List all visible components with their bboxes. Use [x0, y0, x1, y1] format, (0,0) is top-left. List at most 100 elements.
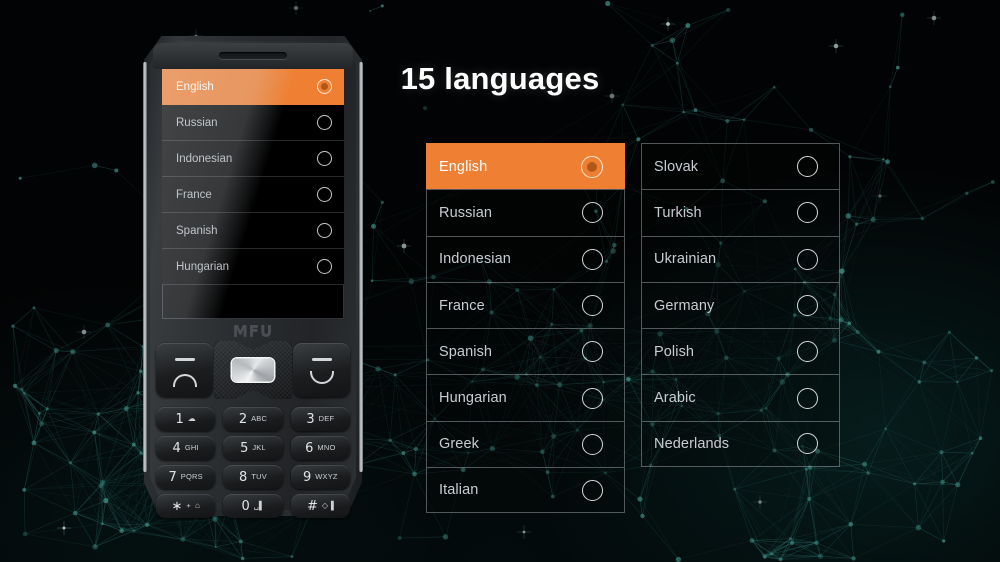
- radio-unselected-icon[interactable]: [317, 187, 332, 202]
- radio-unselected-icon[interactable]: [797, 433, 818, 455]
- radio-unselected-icon[interactable]: [797, 387, 818, 409]
- phone-screen-language-row[interactable]: Spanish: [162, 213, 344, 249]
- language-option-label: Spanish: [439, 343, 493, 360]
- language-option-label: Italian: [439, 482, 479, 499]
- keypad-key-letters: +: [186, 501, 191, 511]
- phone-screen-language-row[interactable]: English: [162, 69, 344, 105]
- radio-unselected-icon[interactable]: [797, 295, 818, 317]
- radio-unselected-icon[interactable]: [797, 202, 818, 224]
- radio-unselected-icon[interactable]: [317, 259, 332, 274]
- language-option-row[interactable]: Greek: [426, 420, 625, 468]
- softkey-bar-icon: [174, 358, 195, 361]
- radio-unselected-icon[interactable]: [582, 295, 603, 317]
- language-option-row[interactable]: Slovak: [641, 143, 840, 190]
- keypad-key[interactable]: 5 JKL: [223, 436, 283, 460]
- left-softkey-button[interactable]: [156, 343, 213, 397]
- language-option-label: Russian: [439, 204, 493, 221]
- radio-unselected-icon[interactable]: [317, 115, 332, 130]
- phone-screen-language-row[interactable]: Hungarian: [162, 249, 344, 285]
- dpad-ok-button[interactable]: [232, 358, 274, 382]
- phone-top-bezel: [153, 43, 353, 69]
- language-option-row[interactable]: Polish: [641, 328, 840, 375]
- radio-unselected-icon[interactable]: [797, 156, 818, 178]
- call-handset-icon: [172, 374, 197, 387]
- radio-selected-icon[interactable]: [317, 79, 332, 94]
- language-option-row[interactable]: English: [426, 143, 625, 190]
- language-list-left-column: English Russian Indonesian France Spanish Hun…: [426, 143, 625, 514]
- right-softkey-button[interactable]: [293, 343, 350, 397]
- phone-left-chrome-rail: [143, 62, 147, 472]
- phone-screen-language-row[interactable]: France: [162, 177, 344, 213]
- keypad-key-letters: MNO: [317, 443, 336, 453]
- keypad-key[interactable]: 8 TUV: [223, 465, 283, 489]
- keypad-key[interactable]: 9 WXYZ: [290, 465, 350, 489]
- language-option-row[interactable]: Spanish: [426, 328, 625, 375]
- language-option-row[interactable]: France: [426, 281, 625, 329]
- keypad-key[interactable]: 7 PQRS: [156, 465, 216, 489]
- language-option-label: English: [439, 158, 488, 175]
- radio-selected-icon[interactable]: [581, 155, 603, 178]
- keypad-key-digit: 3: [306, 411, 315, 427]
- language-option-row[interactable]: Nederlands: [641, 420, 840, 468]
- radio-unselected-icon[interactable]: [582, 479, 603, 501]
- radio-unselected-icon[interactable]: [317, 223, 332, 238]
- keypad-key-letters: PQRS: [180, 472, 203, 482]
- language-option-label: Indonesian: [439, 251, 511, 268]
- keypad-key[interactable]: 3 DEF: [290, 407, 350, 431]
- keypad-key-letters: GHI: [184, 443, 199, 453]
- language-option-label: Germany: [654, 297, 715, 314]
- numeric-keypad-grid: 1 ☁ 2 ABC 3 DEF 4 GHI 5 JKL 6 MNO 7 PQRS 8 TUV 9 WXYZ ∗ + ⌂ 0…: [156, 407, 350, 518]
- language-option-label: Ukrainian: [654, 251, 717, 268]
- language-option-row[interactable]: Russian: [426, 189, 625, 236]
- phone-screen-language-label: English: [176, 80, 214, 93]
- language-option-label: Polish: [654, 343, 695, 360]
- radio-unselected-icon[interactable]: [582, 248, 603, 270]
- keypad-key-letters: JKL: [252, 443, 266, 453]
- radio-unselected-icon[interactable]: [797, 341, 818, 363]
- language-list-right-column: Slovak Turkish Ukrainian Germany Polish Arabi…: [641, 143, 840, 468]
- phone-screen-language-row[interactable]: Russian: [162, 105, 344, 141]
- language-option-row[interactable]: Italian: [426, 467, 625, 514]
- navigation-dpad[interactable]: [214, 341, 292, 399]
- keypad-key-glyph-icon: ␣▌: [253, 501, 265, 510]
- phone-right-chrome-rail: [359, 62, 363, 472]
- keypad-key[interactable]: 2 ABC: [223, 407, 283, 431]
- language-option-label: Slovak: [654, 158, 699, 175]
- keypad-key-digit: 6: [305, 440, 314, 456]
- language-option-row[interactable]: Arabic: [641, 374, 840, 421]
- phone-screen-language-list: English Russian Indonesian France Spanish Hun…: [162, 69, 344, 319]
- phone-screen-language-label: Indonesian: [176, 152, 233, 165]
- earpiece-speaker: [219, 52, 287, 59]
- language-option-row[interactable]: Hungarian: [426, 374, 625, 421]
- radio-unselected-icon[interactable]: [582, 433, 603, 455]
- keypad-key[interactable]: 4 GHI: [156, 436, 216, 460]
- keypad-key-letters: TUV: [251, 472, 267, 482]
- radio-unselected-icon[interactable]: [582, 341, 603, 363]
- keypad-key[interactable]: 0 ␣▌: [223, 494, 283, 518]
- keypad-key-glyph-icon: ☁: [187, 414, 196, 423]
- radio-unselected-icon[interactable]: [797, 248, 818, 270]
- phone-screen-language-row[interactable]: Indonesian: [162, 141, 344, 177]
- keypad-key[interactable]: ∗ + ⌂: [156, 494, 216, 518]
- radio-unselected-icon[interactable]: [582, 387, 603, 409]
- phone-screen-language-label: France: [176, 188, 212, 201]
- phone-screen[interactable]: English Russian Indonesian France Spanish Hun…: [162, 69, 344, 319]
- keypad-key-digit: 2: [238, 411, 248, 427]
- feature-phone-product-image: English Russian Indonesian France Spanish Hun…: [143, 36, 363, 518]
- keypad-key[interactable]: # ◇▐: [290, 494, 350, 518]
- language-option-row[interactable]: Indonesian: [426, 235, 625, 282]
- keypad-key-digit: 4: [172, 440, 181, 456]
- keypad-key[interactable]: 1 ☁: [156, 407, 216, 431]
- radio-unselected-icon[interactable]: [317, 151, 332, 166]
- phone-screen-language-label: Russian: [176, 116, 218, 129]
- language-option-row[interactable]: Turkish: [641, 189, 840, 236]
- keypad-key[interactable]: 6 MNO: [290, 436, 350, 460]
- keypad-key-glyph-icon: ◇▐: [321, 501, 334, 510]
- radio-unselected-icon[interactable]: [582, 202, 603, 224]
- language-option-row[interactable]: Germany: [641, 281, 840, 329]
- keypad-key-digit: 7: [168, 469, 177, 485]
- language-option-label: France: [439, 297, 485, 314]
- language-option-label: Arabic: [654, 390, 696, 407]
- screenshot-root: 15 languages English Russian Indonesian Fra…: [0, 0, 1000, 562]
- language-option-row[interactable]: Ukrainian: [641, 235, 840, 282]
